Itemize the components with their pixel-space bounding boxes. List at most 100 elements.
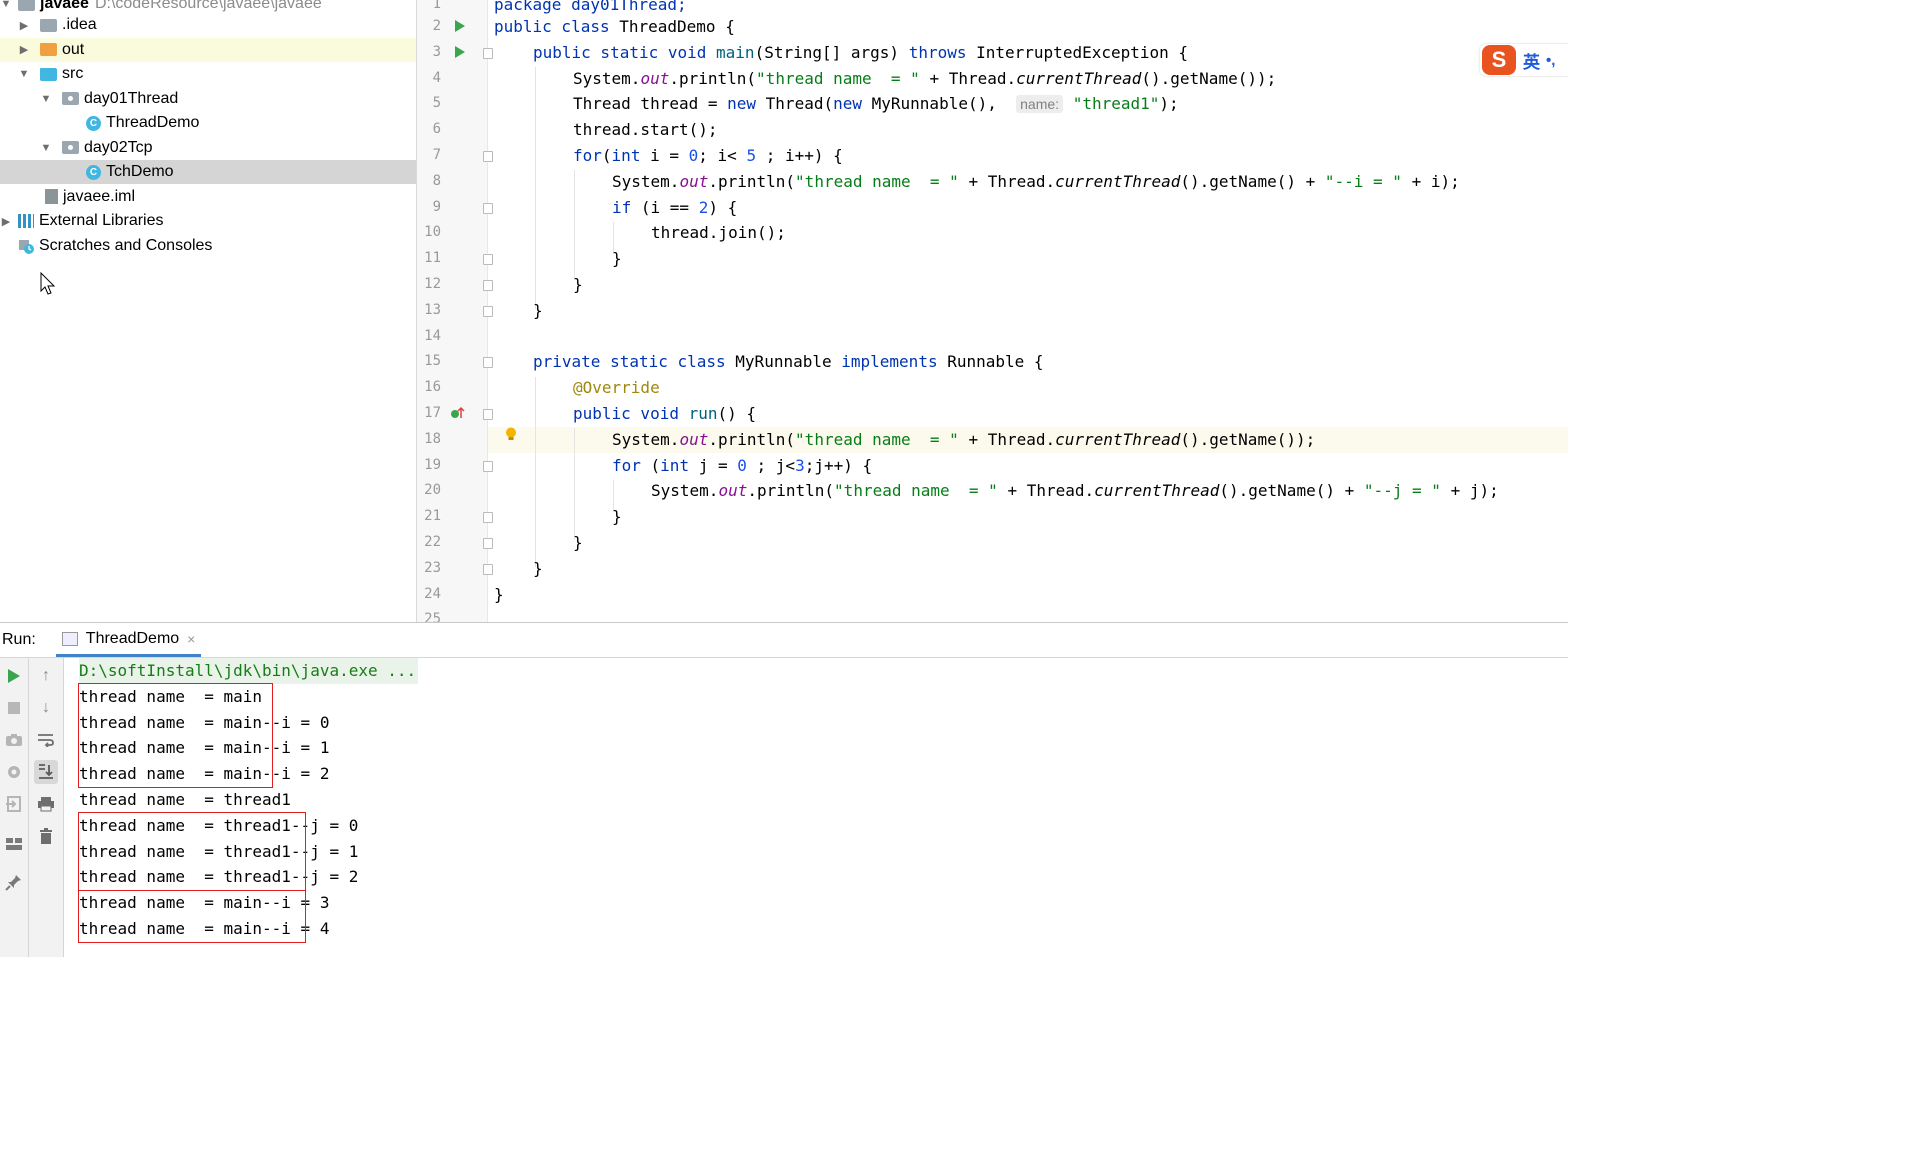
fold-marker-icon[interactable] (483, 357, 493, 368)
code-line-20[interactable]: System.out.println("thread name = " + Th… (651, 478, 1499, 504)
run-tab-threaddemo[interactable]: ThreadDemo × (55, 623, 202, 657)
code-line-19[interactable]: for (int j = 0 ; j<3;j++) { (612, 453, 872, 479)
line-number: 5 (432, 95, 441, 112)
tree-item-day02tcp[interactable]: ▼ day02Tcp (0, 136, 416, 160)
code-line-13[interactable]: } (533, 298, 543, 324)
code-line-10[interactable]: thread.join(); (651, 220, 786, 246)
collapse-arrow-icon[interactable]: ▶ (18, 43, 30, 56)
pin-tab-button[interactable] (4, 872, 24, 892)
code-line-6[interactable]: thread.start(); (573, 117, 718, 143)
close-icon[interactable]: × (187, 631, 195, 647)
fold-marker-icon[interactable] (483, 409, 493, 420)
code-line-15[interactable]: private static class MyRunnable implemen… (533, 349, 1044, 375)
dump-threads-button[interactable] (4, 730, 24, 750)
console-output[interactable]: D:\softInstall\jdk\bin\java.exe ... thre… (78, 658, 1559, 957)
code-text: for (573, 146, 602, 165)
fold-marker-icon[interactable] (483, 564, 493, 575)
rerun-button[interactable] (4, 666, 24, 686)
folder-excluded-icon (40, 43, 57, 56)
gear-bug-icon (8, 766, 20, 778)
fold-marker-icon[interactable] (483, 512, 493, 523)
code-text: public void (573, 404, 679, 423)
code-line-17[interactable]: public void run() { (573, 401, 756, 427)
expand-arrow-icon[interactable]: ▼ (40, 93, 52, 105)
code-text: ) { (708, 197, 738, 217)
scroll-up-button[interactable]: ↑ (36, 666, 56, 686)
editor-gutter[interactable]: 1 2 3 4 5 6 7 8 9 10 11 12 13 14 15 16 1… (417, 0, 493, 622)
code-text: currentThread (1094, 481, 1220, 501)
indent-guide (574, 428, 575, 540)
code-line-22[interactable]: } (573, 530, 583, 556)
expand-arrow-icon[interactable]: ▼ (0, 0, 12, 10)
print-button[interactable] (36, 794, 56, 814)
collapse-arrow-icon[interactable]: ▶ (0, 215, 12, 228)
tree-item-external-libraries[interactable]: ▶ External Libraries (0, 209, 416, 233)
tree-item-out[interactable]: ▶ out (0, 37, 416, 62)
tree-item-javaee-iml[interactable]: javaee.iml (0, 185, 416, 209)
code-line-2[interactable]: public class ThreadDemo { (494, 14, 735, 40)
code-text: System. (612, 429, 680, 449)
soft-wrap-button[interactable] (36, 730, 56, 750)
stop-button[interactable] (4, 698, 24, 718)
debug-settings-button[interactable] (4, 762, 24, 782)
code-line-11[interactable]: } (612, 246, 622, 272)
code-text: 5 (746, 146, 757, 165)
line-number: 17 (424, 405, 441, 421)
sogou-logo-icon[interactable]: S (1482, 45, 1516, 75)
code-line-23[interactable]: } (533, 556, 543, 582)
code-line-24[interactable]: } (494, 582, 504, 608)
clear-all-button[interactable] (36, 826, 56, 846)
layout-button[interactable] (4, 834, 24, 854)
expand-arrow-icon[interactable]: ▼ (18, 68, 30, 80)
tree-item-threaddemo[interactable]: C ThreadDemo (0, 111, 416, 135)
code-line-4[interactable]: System.out.println("thread name = " + Th… (573, 66, 1276, 92)
code-line-12[interactable]: } (573, 272, 583, 298)
lightbulb-icon[interactable] (505, 427, 517, 441)
fold-marker-icon[interactable] (483, 461, 493, 472)
tree-item-scratches[interactable]: Scratches and Consoles (0, 234, 416, 258)
code-line-3[interactable]: public static void main(String[] args) t… (533, 40, 1188, 66)
source-folder-icon (40, 67, 57, 81)
indent-guide (574, 170, 575, 280)
fold-marker-icon[interactable] (483, 538, 493, 549)
code-line-16[interactable]: @Override (573, 375, 660, 401)
fold-marker-icon[interactable] (483, 48, 493, 59)
fold-marker-icon[interactable] (483, 203, 493, 214)
fold-marker-icon[interactable] (483, 280, 493, 291)
exit-icon (6, 796, 21, 812)
code-editor[interactable]: 1 2 3 4 5 6 7 8 9 10 11 12 13 14 15 16 1… (417, 0, 1568, 622)
implements-method-icon[interactable] (450, 405, 466, 421)
code-line-8[interactable]: System.out.println("thread name = " + Th… (612, 169, 1460, 195)
scroll-down-button[interactable]: ↓ (36, 698, 56, 718)
fold-marker-icon[interactable] (483, 306, 493, 317)
ime-toolbar[interactable]: S 英 •, (1480, 44, 1568, 76)
code-text: Runnable { (937, 352, 1044, 372)
collapse-arrow-icon[interactable]: ▶ (18, 19, 30, 32)
code-text: currentThread (1055, 429, 1181, 449)
code-text: } (494, 584, 504, 604)
fold-marker-icon[interactable] (483, 254, 493, 265)
scroll-to-end-button[interactable] (34, 760, 58, 784)
fold-marker-icon[interactable] (483, 151, 493, 162)
libraries-icon (18, 214, 34, 228)
code-text: System. (651, 481, 719, 501)
code-line-5[interactable]: Thread thread = new Thread(new MyRunnabl… (573, 91, 1179, 117)
parameter-hint: name: (1016, 95, 1064, 114)
code-text: () { (717, 404, 757, 423)
tree-item-idea[interactable]: ▶ .idea (0, 13, 416, 37)
code-line-21[interactable]: } (612, 504, 622, 530)
code-line-9[interactable]: if (i == 2) { (612, 195, 737, 221)
run-gutter-icon[interactable] (455, 46, 465, 58)
ime-punct[interactable]: •, (1546, 52, 1555, 69)
exit-button[interactable] (4, 794, 24, 814)
tree-item-day01thread[interactable]: ▼ day01Thread (0, 87, 416, 111)
tree-item-src[interactable]: ▼ src (0, 62, 416, 86)
code-line-18[interactable]: System.out.println("thread name = " + Th… (612, 427, 1315, 453)
expand-arrow-icon[interactable]: ▼ (40, 142, 52, 154)
run-gutter-icon[interactable] (455, 20, 465, 32)
code-text: .println( (747, 481, 835, 501)
tree-item-tchdemo[interactable]: C TchDemo (0, 160, 416, 184)
ime-mode[interactable]: 英 (1523, 48, 1540, 73)
tree-item-label: day02Tcp (84, 138, 153, 156)
code-line-7[interactable]: for(int i = 0; i< 5 ; i++) { (573, 143, 843, 169)
